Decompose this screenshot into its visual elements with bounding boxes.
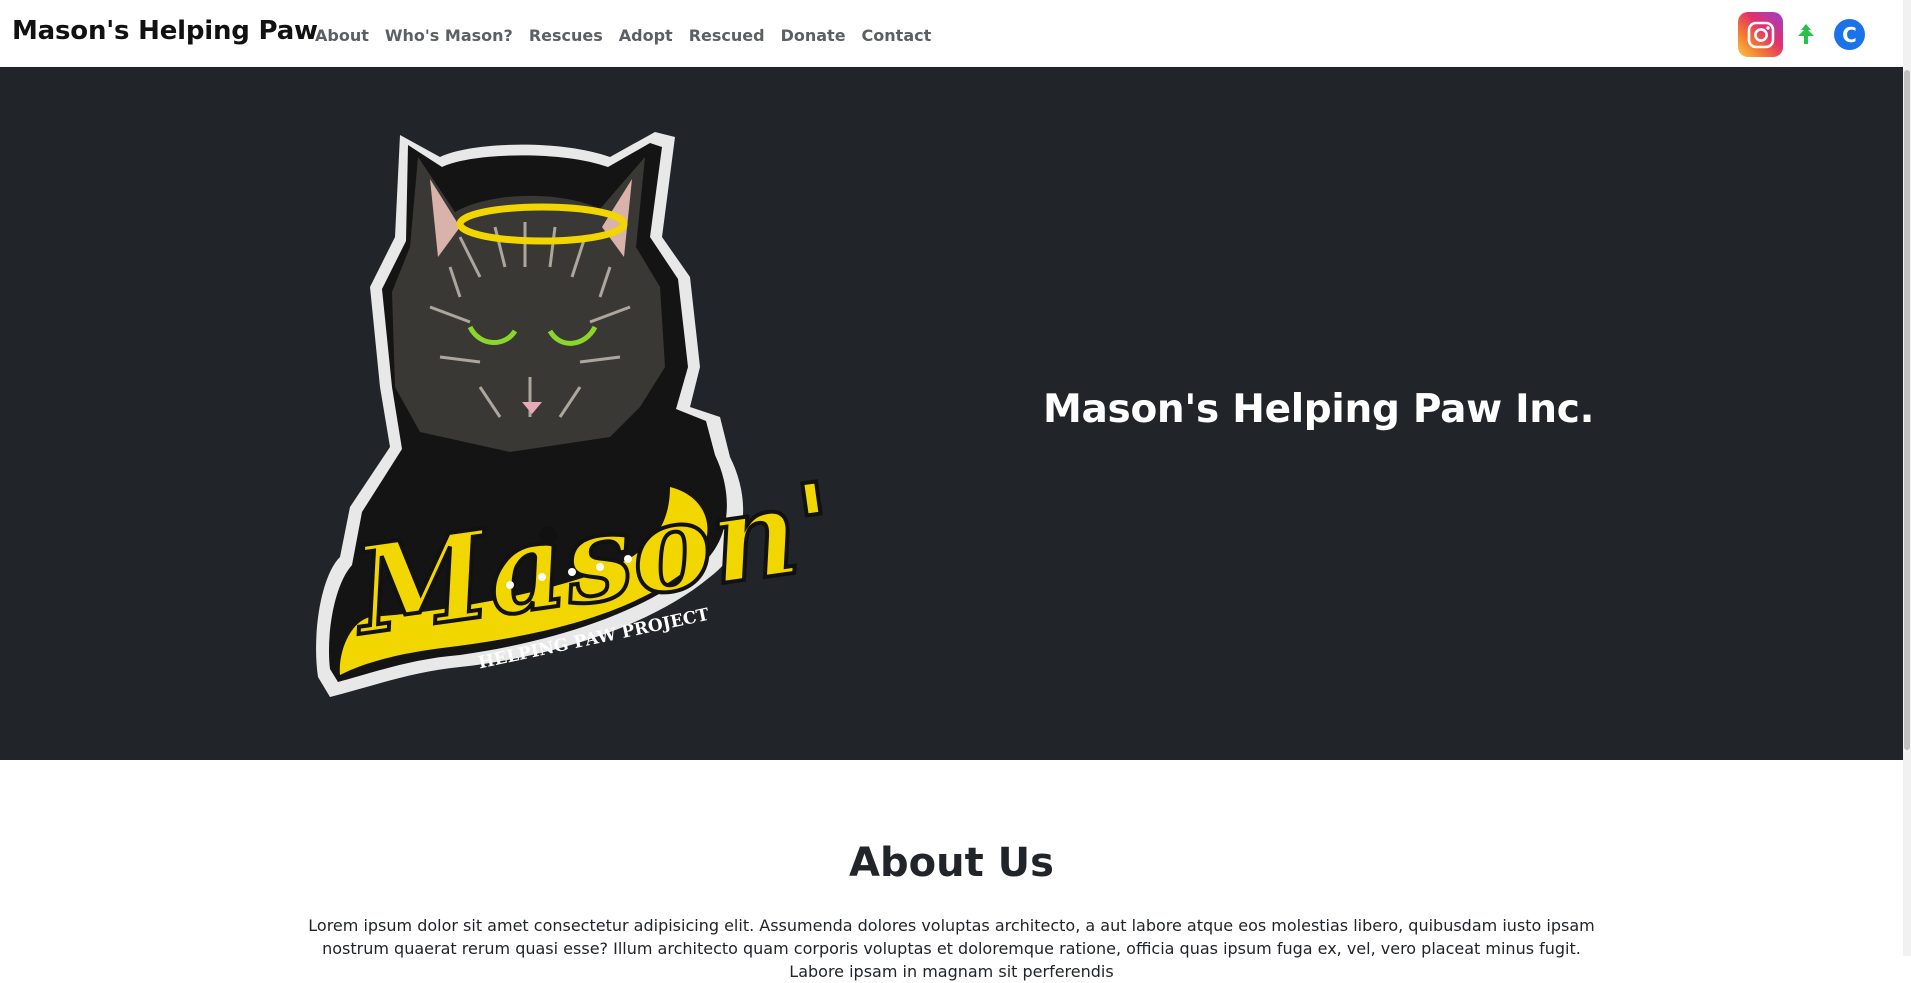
brand-logo-text[interactable]: Mason's Helping Paw [12, 16, 318, 46]
masons-logo: Mason's HELPING PAW PROJECT [316, 132, 830, 697]
hero-section: Mason's HELPING PAW PROJECT Mason's Help… [0, 67, 1903, 760]
nav-link-rescues[interactable]: Rescues [529, 26, 603, 45]
nav-link-about[interactable]: About [315, 26, 369, 45]
c-icon[interactable]: C [1834, 19, 1865, 50]
linktree-icon[interactable] [1794, 22, 1818, 46]
about-paragraph: Lorem ipsum dolor sit amet consectetur a… [308, 916, 1595, 981]
top-navbar: Mason's Helping Paw About Who's Mason? R… [0, 0, 1903, 67]
instagram-icon[interactable] [1738, 12, 1783, 57]
nav-link-rescued[interactable]: Rescued [689, 26, 765, 45]
nav-link-adopt[interactable]: Adopt [619, 26, 673, 45]
scrollbar-thumb[interactable] [1904, 70, 1910, 750]
about-title: About Us [849, 840, 1054, 886]
about-section: About Us Lorem ipsum dolor sit amet cons… [0, 760, 1903, 981]
nav-link-contact[interactable]: Contact [862, 26, 932, 45]
nav-link-donate[interactable]: Donate [781, 26, 846, 45]
nav-link-whos-mason[interactable]: Who's Mason? [385, 26, 513, 45]
page-scrollbar[interactable] [1903, 0, 1911, 956]
nav-links: About Who's Mason? Rescues Adopt Rescued… [315, 26, 931, 45]
hero-title: Mason's Helping Paw Inc. [1043, 387, 1595, 432]
